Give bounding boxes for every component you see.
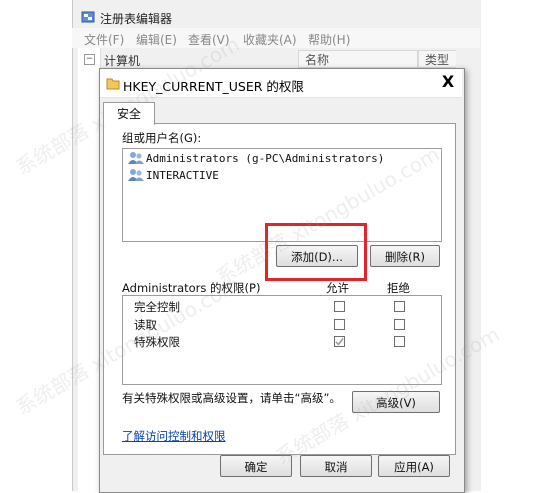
allow-checkbox-read[interactable]	[334, 319, 345, 330]
deny-header: 拒绝	[387, 281, 410, 295]
tree-root-computer[interactable]: 计算机	[104, 52, 140, 69]
tab-security[interactable]: 安全	[103, 102, 155, 125]
menu-edit[interactable]: 编辑(E)	[136, 31, 177, 48]
user-group-icon	[128, 168, 144, 182]
deny-checkbox-special[interactable]	[394, 336, 405, 347]
highlight-box	[265, 223, 367, 281]
menu-file[interactable]: 文件(F)	[84, 31, 124, 48]
column-header-name[interactable]: 名称	[298, 50, 418, 68]
folder-icon	[106, 76, 120, 90]
allow-checkbox-full-control[interactable]	[334, 301, 345, 312]
allow-header: 允许	[326, 281, 349, 295]
permissions-label: Administrators 的权限(P)	[122, 281, 261, 295]
deny-checkbox-read[interactable]	[394, 319, 405, 330]
apply-button[interactable]: 应用(A)	[378, 455, 450, 477]
advanced-settings-text: 有关特殊权限或高级设置，请单击“高级”。	[122, 391, 341, 405]
ok-button[interactable]: 确定	[220, 455, 292, 477]
group-or-user-label: 组或用户名(G):	[122, 131, 202, 145]
regedit-icon	[81, 10, 95, 24]
permission-special: 特殊权限	[134, 335, 180, 349]
remove-button[interactable]: 删除(R)	[370, 245, 440, 267]
tree-pane[interactable]	[78, 48, 101, 491]
deny-checkbox-full-control[interactable]	[394, 301, 405, 312]
cancel-button[interactable]: 取消	[300, 455, 372, 477]
registry-editor-title: 注册表编辑器	[100, 12, 173, 26]
list-item[interactable]: Administrators (g-PC\Administrators)	[128, 150, 384, 166]
permission-read: 读取	[134, 318, 157, 332]
user-name: INTERACTIVE	[146, 168, 219, 182]
menu-favorites[interactable]: 收藏夹(A)	[243, 31, 297, 48]
permission-full-control: 完全控制	[134, 300, 180, 314]
user-group-icon	[128, 151, 144, 165]
menu-help[interactable]: 帮助(H)	[308, 31, 350, 48]
advanced-button[interactable]: 高级(V)	[352, 391, 440, 413]
checkmark-icon	[335, 338, 344, 346]
list-item[interactable]: INTERACTIVE	[128, 167, 219, 183]
access-control-link[interactable]: 了解访问控制和权限	[122, 428, 226, 444]
user-name: Administrators (g-PC\Administrators)	[146, 151, 385, 165]
allow-checkbox-special[interactable]	[334, 336, 345, 347]
menu-view[interactable]: 查看(V)	[188, 31, 230, 48]
close-button[interactable]: X	[438, 72, 458, 92]
expand-icon[interactable]: −	[84, 54, 95, 65]
dialog-title: HKEY_CURRENT_USER 的权限	[123, 79, 304, 94]
